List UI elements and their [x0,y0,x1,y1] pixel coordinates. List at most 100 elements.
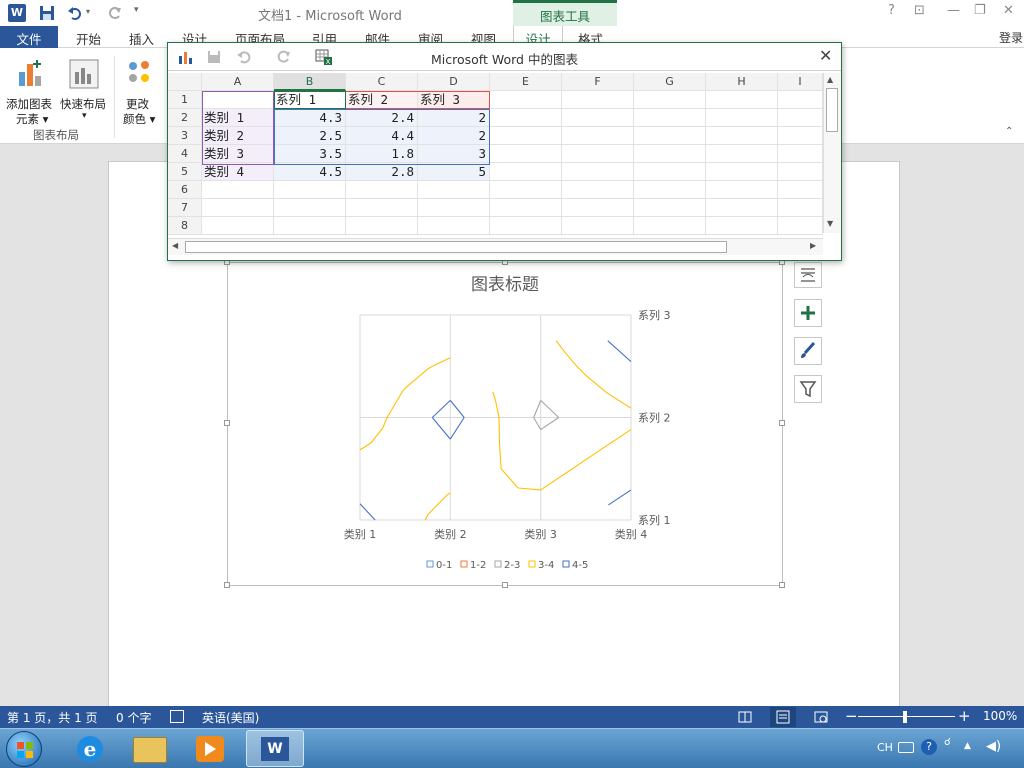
horizontal-scrollbar[interactable]: ◀ ▶ [168,238,823,255]
spreadsheet-cell[interactable] [562,109,634,127]
spreadsheet-cell[interactable] [634,181,706,199]
spreadsheet-cell[interactable] [634,127,706,145]
resize-handle-br[interactable] [779,582,785,588]
spreadsheet-cell[interactable] [274,181,346,199]
spreadsheet-cell[interactable] [418,199,490,217]
spreadsheet-cell[interactable]: 2.4 [346,109,418,127]
spreadsheet-cell[interactable] [490,145,562,163]
spreadsheet-cell[interactable] [778,91,823,109]
keyboard-icon[interactable] [898,742,914,753]
save-icon[interactable] [38,4,56,22]
redo-icon[interactable] [106,4,124,22]
undo-dropdown-icon[interactable]: ▾ [86,7,90,16]
volume-icon[interactable]: ◀) [986,739,1001,754]
help-icon[interactable]: ? [888,3,895,18]
spreadsheet-cell[interactable] [562,181,634,199]
row-header[interactable]: 5 [168,163,202,181]
tray-overflow-icon[interactable]: ☌ [944,737,951,748]
legend-entry[interactable]: 0-1 [436,560,452,571]
spreadsheet-cell[interactable]: 4.5 [274,163,346,181]
spreadsheet-cell[interactable]: 3.5 [274,145,346,163]
category-axis-label[interactable]: 类别 1 [344,527,377,541]
collapse-ribbon-icon[interactable]: ⌃ [1005,126,1013,137]
vertical-scroll-thumb[interactable] [826,88,838,132]
legend-swatch[interactable] [494,560,502,568]
spreadsheet-cell[interactable]: 系列 3 [418,91,490,109]
row-header[interactable]: 7 [168,199,202,217]
spreadsheet-cell[interactable] [634,145,706,163]
spreadsheet-cell[interactable]: 类别 3 [202,145,274,163]
minimize-icon[interactable]: — [947,3,960,18]
series-axis-label[interactable]: 系列 3 [638,308,671,322]
spreadsheet-cell[interactable] [562,127,634,145]
column-header[interactable]: F [562,73,634,91]
column-header[interactable]: D [418,73,490,91]
zoom-in-button[interactable]: + [958,707,971,725]
spreadsheet-cell[interactable] [634,91,706,109]
legend-swatch[interactable] [426,560,434,568]
page-indicator[interactable]: 第 1 页，共 1 页 [7,709,98,726]
undo-icon[interactable] [66,4,84,22]
spreadsheet-cell[interactable]: 2 [418,109,490,127]
spreadsheet-cell[interactable] [706,163,778,181]
row-header[interactable]: 2 [168,109,202,127]
spreadsheet-cell[interactable] [778,145,823,163]
ie-taskbar-icon[interactable]: e [72,733,106,765]
spreadsheet-cell[interactable]: 3 [418,145,490,163]
spreadsheet-cell[interactable] [562,199,634,217]
spreadsheet-cell[interactable] [202,199,274,217]
legend-swatch[interactable] [562,560,570,568]
word-count[interactable]: 0 个字 [116,709,151,726]
spreadsheet-cell[interactable] [562,145,634,163]
chart-svg[interactable]: 图表标题 系列 1 系列 2 系列 3 类别 1 类别 2 类别 3 类别 4 0-1 1-2 2… [228,263,782,585]
resize-handle-ml[interactable] [224,420,230,426]
spreadsheet-cell[interactable]: 类别 2 [202,127,274,145]
category-axis-label[interactable]: 类别 3 [524,527,557,541]
add-chart-element-button[interactable]: 添加图表 元素 ▾ [4,54,58,126]
legend-entry[interactable]: 1-2 [470,560,486,571]
resize-handle-bl[interactable] [224,582,230,588]
scroll-down-icon[interactable]: ▼ [827,219,833,228]
column-header[interactable]: I [778,73,823,91]
spreadsheet-cell[interactable] [706,199,778,217]
vertical-scrollbar[interactable]: ▲ ▼ [823,73,840,233]
help-tray-icon[interactable]: ? [921,739,937,755]
word-logo-icon[interactable]: W [8,4,26,22]
spreadsheet-cell[interactable] [634,109,706,127]
spreadsheet-cell[interactable] [346,217,418,235]
series-axis-label[interactable]: 系列 2 [638,411,671,425]
spreadsheet-cell[interactable] [490,181,562,199]
edit-in-excel-icon[interactable]: X [315,48,333,66]
spreadsheet-cell[interactable] [778,199,823,217]
spreadsheet-cell[interactable] [778,127,823,145]
category-axis-label[interactable]: 类别 2 [434,527,467,541]
spreadsheet-cell[interactable] [490,109,562,127]
chart-object[interactable]: 图表标题 系列 1 系列 2 系列 3 类别 1 类别 2 类别 3 类别 4 0-1 1-2 2… [224,259,785,588]
start-button[interactable] [6,731,42,767]
column-header[interactable]: B [274,73,346,91]
spreadsheet-cell[interactable]: 系列 1 [274,91,346,109]
spreadsheet-cell[interactable] [706,109,778,127]
legend-swatch[interactable] [528,560,536,568]
dw-redo-icon[interactable] [276,49,292,65]
spreadsheet-cell[interactable] [346,199,418,217]
legend-swatch[interactable] [460,560,468,568]
column-header[interactable]: A [202,73,274,91]
web-layout-icon[interactable] [814,710,828,724]
spreadsheet-cell[interactable] [202,217,274,235]
column-header[interactable]: G [634,73,706,91]
login-link[interactable]: 登录 [999,29,1023,46]
spreadsheet-cell[interactable]: 系列 2 [346,91,418,109]
chart-elements-button[interactable] [794,299,822,327]
spreadsheet-cell[interactable]: 4.4 [346,127,418,145]
chart-styles-button[interactable] [794,337,822,365]
spreadsheet-cell[interactable] [706,91,778,109]
resize-handle-bm[interactable] [502,582,508,588]
spreadsheet-cell[interactable] [778,163,823,181]
legend-entry[interactable]: 2-3 [504,560,520,571]
explorer-taskbar-icon[interactable] [133,737,167,763]
spreadsheet-cell[interactable]: 2.5 [274,127,346,145]
spreadsheet-cell[interactable] [490,163,562,181]
zoom-level[interactable]: 100% [983,709,1017,723]
layout-options-button[interactable] [794,262,822,288]
